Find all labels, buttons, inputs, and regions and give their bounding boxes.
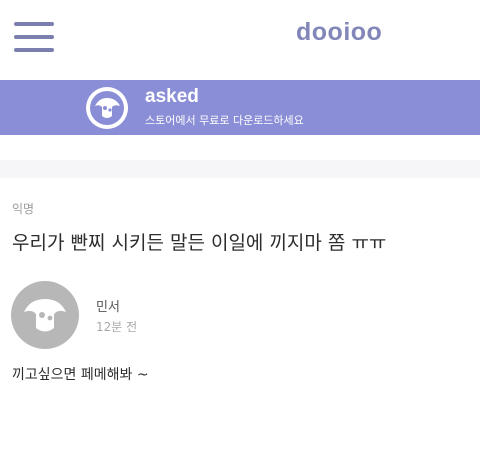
banner-title: asked (145, 86, 199, 107)
top-bar: dooioo (0, 0, 480, 68)
hamburger-menu-icon[interactable] (14, 22, 54, 52)
section-divider (0, 160, 480, 178)
asked-logo-icon[interactable] (85, 86, 129, 130)
app-logo-text[interactable]: dooioo (296, 18, 382, 47)
post-author: 익명 (12, 202, 35, 216)
menu-line (14, 22, 54, 26)
default-avatar-icon[interactable] (10, 280, 80, 350)
page: dooioo asked 스토어에서 무료로 다운로드하세요 익명 우리가 빤찌… (0, 0, 480, 451)
comment-author-name: 민서 (96, 300, 120, 315)
post-title: 우리가 빤찌 시키든 말든 이일에 끼지마 쫌 ㅠㅠ (12, 232, 387, 254)
comment-timestamp: 12분 전 (96, 320, 138, 334)
menu-line (14, 35, 54, 39)
menu-line (14, 48, 54, 52)
banner-subtitle: 스토어에서 무료로 다운로드하세요 (145, 114, 304, 127)
comment-text: 끼고싶으면 페메해봐 ~ (12, 367, 149, 383)
